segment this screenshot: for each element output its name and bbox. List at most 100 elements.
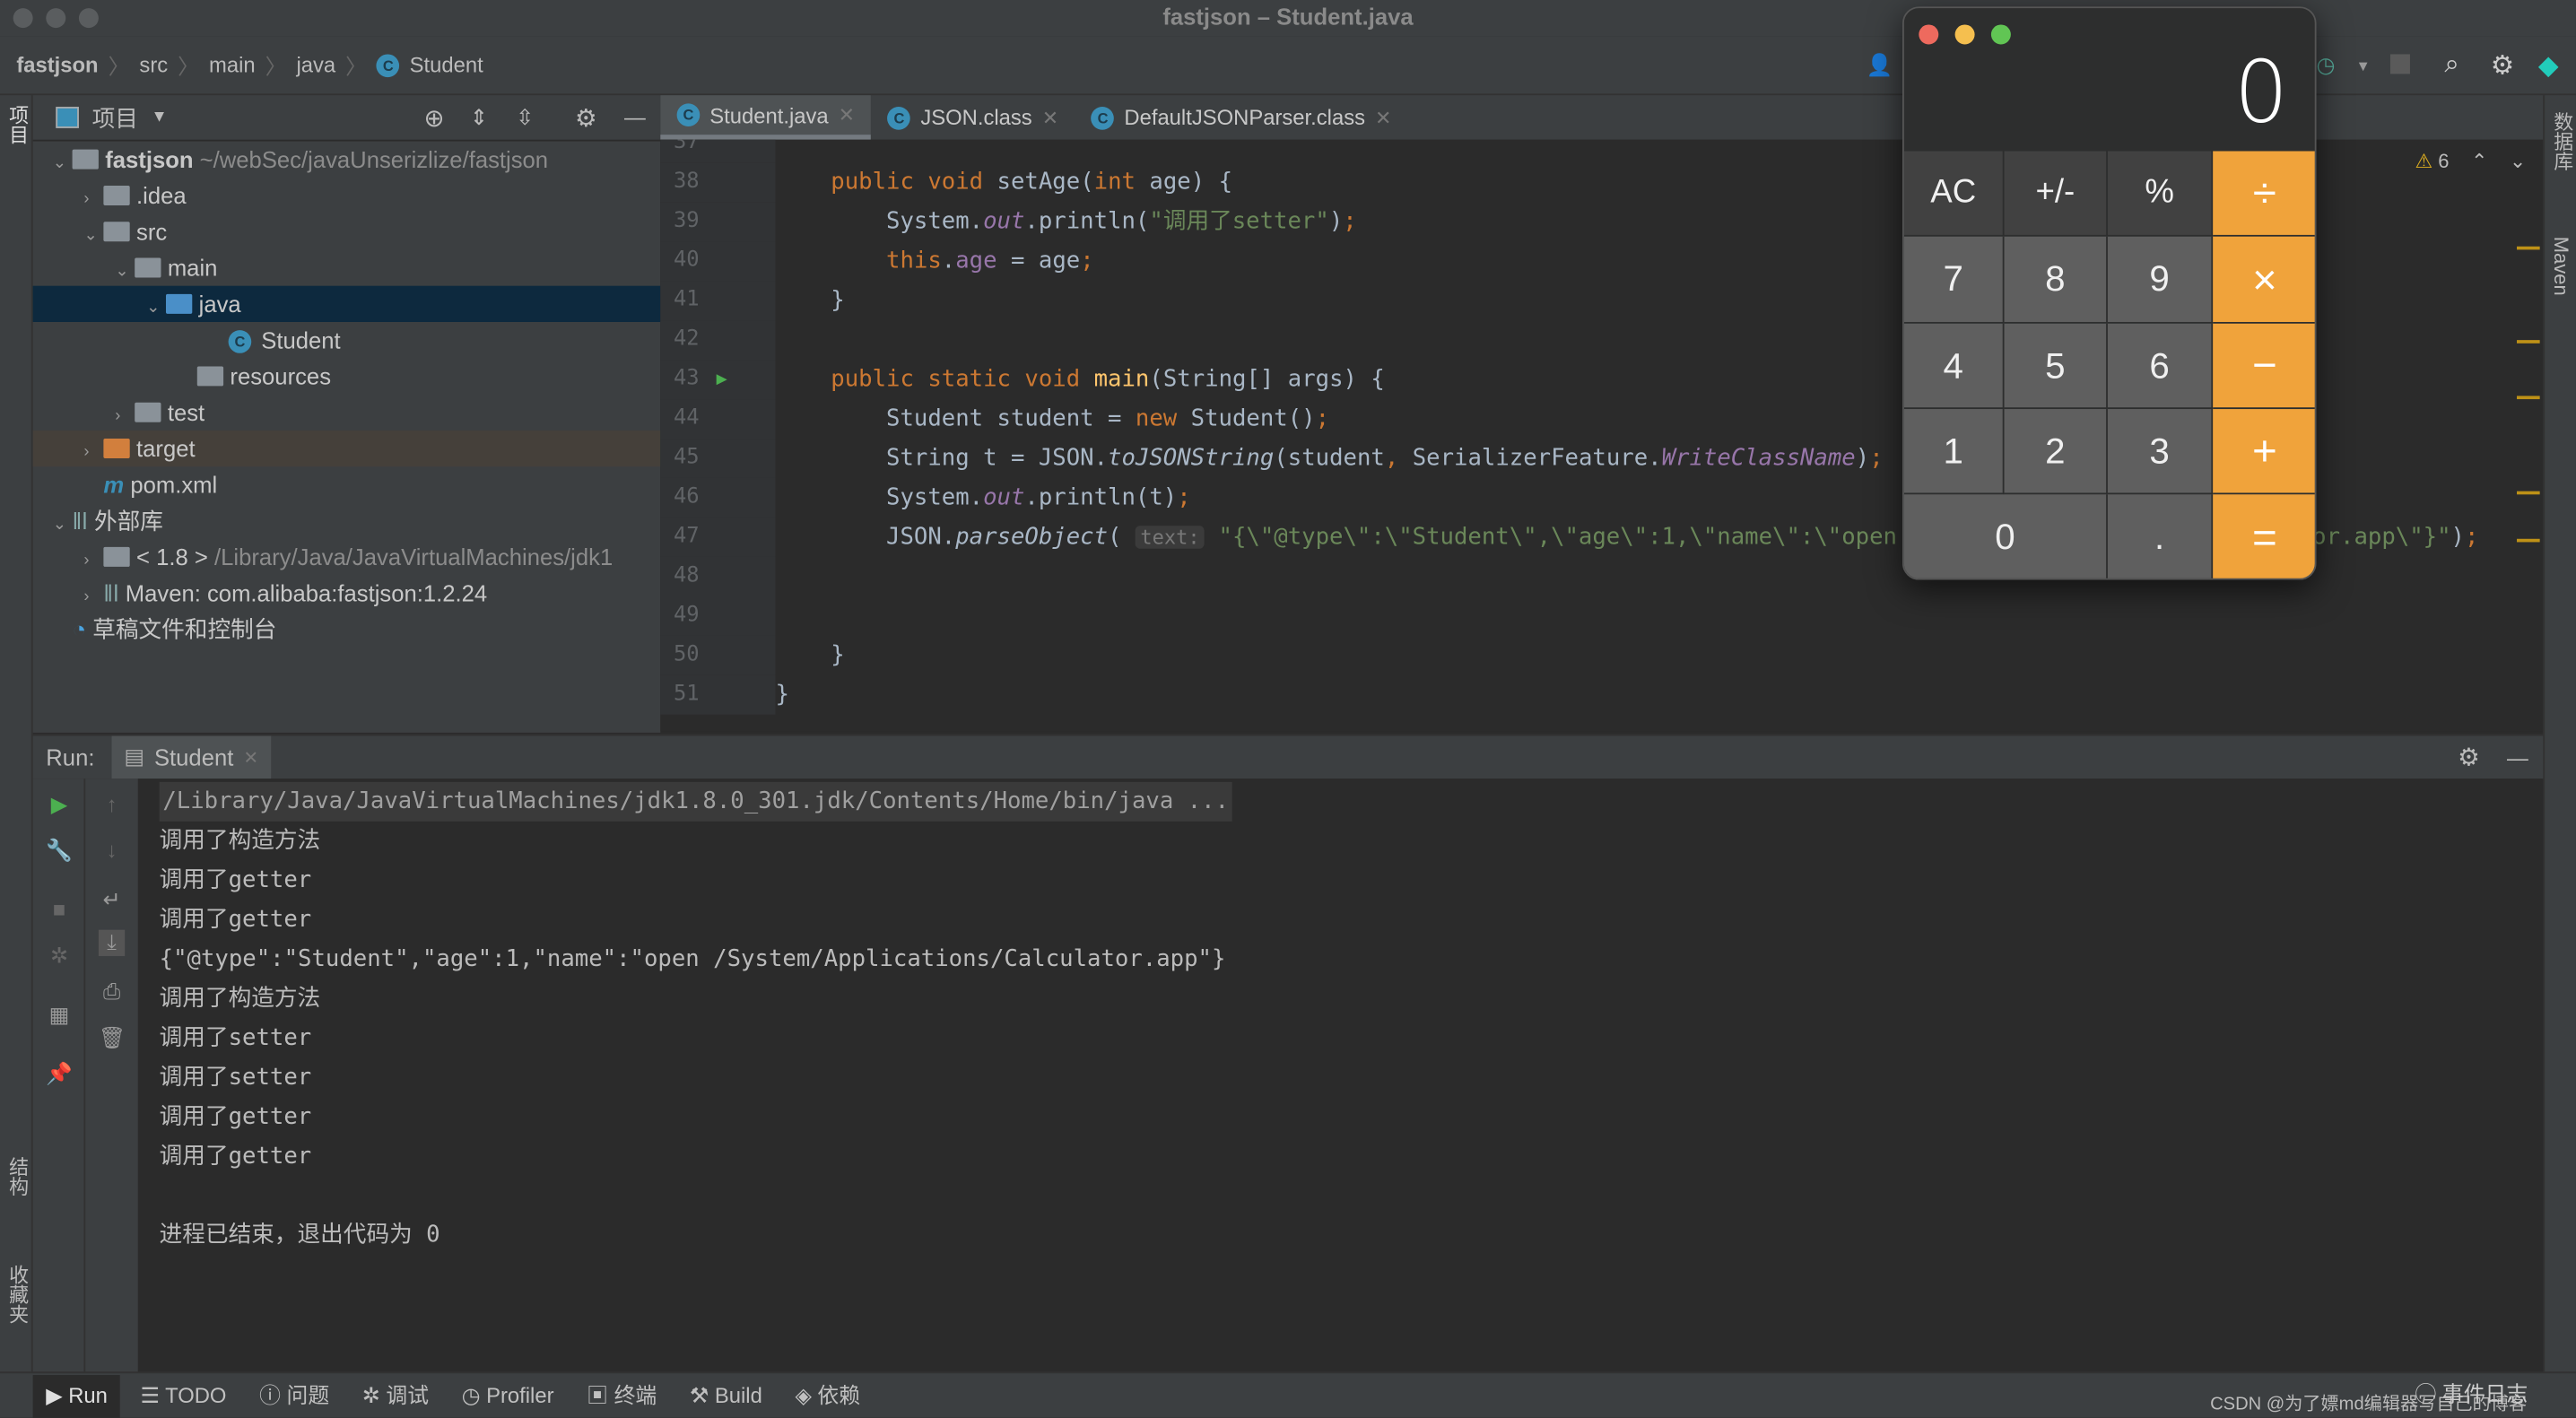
favorites-tool-button[interactable]: 收藏夹 xyxy=(4,1265,32,1324)
bottom-tab-debug[interactable]: ✲ 调试 xyxy=(349,1374,442,1417)
breadcrumb-student[interactable]: Student xyxy=(410,53,483,77)
tree-item[interactable]: m pom.xml xyxy=(33,466,661,502)
project-panel-title[interactable]: 项目 xyxy=(92,101,138,135)
calc-button[interactable]: 7 xyxy=(1903,236,2005,324)
close-window-button[interactable] xyxy=(13,8,33,29)
calculator-minimize-button[interactable] xyxy=(1954,24,1975,45)
calc-button[interactable]: = xyxy=(2213,494,2315,579)
warning-stripe[interactable] xyxy=(2517,396,2540,400)
calculator-zoom-button[interactable] xyxy=(1990,24,2011,45)
warning-stripe[interactable] xyxy=(2517,538,2540,543)
tab-student-java[interactable]: C Student.java ✕ xyxy=(660,95,872,140)
warning-stripe[interactable] xyxy=(2517,491,2540,495)
tree-item[interactable]: resources xyxy=(33,358,661,394)
project-tool-button[interactable]: 项目 xyxy=(4,105,32,144)
calculator-close-button[interactable] xyxy=(1919,24,1939,45)
run-gutter-icon[interactable]: ▶ xyxy=(717,360,727,399)
previous-highlight-icon[interactable]: ⌃ xyxy=(2471,150,2487,173)
bottom-tab-problems[interactable]: ⓘ 问题 xyxy=(246,1374,342,1417)
breadcrumb-main[interactable]: main xyxy=(209,53,256,77)
calc-button[interactable]: − xyxy=(2213,323,2315,410)
user-icon[interactable]: 👤 xyxy=(1867,52,1893,78)
rerun-icon[interactable]: ▶ xyxy=(46,792,72,818)
run-tab-student[interactable]: ▤ Student ✕ xyxy=(110,735,272,779)
arrow-down-icon[interactable]: ↓ xyxy=(99,838,125,864)
tree-item[interactable]: › .idea xyxy=(33,178,661,213)
calc-button[interactable]: 3 xyxy=(2107,409,2214,495)
tab-defaultjsonparser-class[interactable]: C DefaultJSONParser.class ✕ xyxy=(1075,95,1407,139)
calc-button[interactable]: 0 xyxy=(1903,494,2108,579)
toolbox-icon[interactable]: ◆ xyxy=(2538,48,2559,82)
calc-button[interactable]: × xyxy=(2213,236,2315,324)
calc-button[interactable]: 1 xyxy=(1903,409,2005,495)
tree-item[interactable]: › ǁǀ Maven: com.alibaba:fastjson:1.2.24 xyxy=(33,575,661,611)
close-icon[interactable]: ✕ xyxy=(1375,106,1391,129)
calc-button[interactable]: +/- xyxy=(2004,151,2108,237)
search-icon[interactable]: ⌕ xyxy=(2444,50,2459,80)
tree-item[interactable]: › < 1.8 > /Library/Java/JavaVirtualMachin… xyxy=(33,539,661,575)
debug-icon[interactable]: ✲ xyxy=(46,943,72,969)
calc-button[interactable]: 6 xyxy=(2107,323,2214,410)
tab-json-class[interactable]: C JSON.class ✕ xyxy=(871,95,1075,139)
inspection-widget[interactable]: ⚠ 6 ⌃ ⌄ xyxy=(2415,150,2526,173)
next-highlight-icon[interactable]: ⌄ xyxy=(2510,150,2526,173)
tree-item[interactable]: C Student xyxy=(33,322,661,358)
expand-all-icon[interactable]: ⇕ xyxy=(470,104,488,130)
calc-button[interactable]: 2 xyxy=(2004,409,2108,495)
warning-stripe[interactable] xyxy=(2517,246,2540,250)
calc-button[interactable]: 4 xyxy=(1903,323,2005,410)
tree-item[interactable]: ⌄ ǁǀ 外部库 xyxy=(33,502,661,538)
locate-icon[interactable]: ⊕ xyxy=(424,102,445,132)
run-config-dropdown-icon[interactable]: ▼ xyxy=(2356,57,2371,73)
gear-icon[interactable]: ⚙ xyxy=(2458,743,2480,772)
trash-icon[interactable]: 🗑 xyxy=(99,1025,126,1051)
hide-panel-icon[interactable]: — xyxy=(2507,745,2528,770)
bottom-tab-build[interactable]: ⚒ Build xyxy=(676,1374,775,1417)
tree-item[interactable]: › test xyxy=(33,395,661,431)
calc-button[interactable]: AC xyxy=(1903,151,2005,237)
breadcrumb-java[interactable]: java xyxy=(296,53,335,77)
arrow-up-icon[interactable]: ↑ xyxy=(99,792,125,818)
tree-item[interactable]: ⌄ java xyxy=(32,285,661,322)
gear-icon[interactable]: ⚙ xyxy=(575,102,597,132)
profile-run-icon[interactable]: ◷ xyxy=(2317,52,2336,78)
structure-tool-button[interactable]: 结构 xyxy=(4,1156,32,1196)
warning-stripe[interactable] xyxy=(2517,340,2540,344)
chevron-down-icon[interactable]: ▼ xyxy=(152,109,168,126)
soft-wrap-icon[interactable]: ↵ xyxy=(99,887,125,913)
bottom-tab-todo[interactable]: ☰ TODO xyxy=(127,1374,239,1417)
close-icon[interactable]: ✕ xyxy=(243,746,258,768)
layout-icon[interactable]: ▦ xyxy=(46,1002,72,1028)
event-log-button[interactable]: ◯ 事件日志 xyxy=(2415,1377,2528,1408)
tree-item[interactable]: › target xyxy=(32,430,661,467)
close-icon[interactable]: ✕ xyxy=(839,103,855,126)
gear-icon[interactable]: ⚙ xyxy=(2491,48,2514,82)
close-icon[interactable]: ✕ xyxy=(1042,106,1058,129)
stop-icon[interactable] xyxy=(2389,54,2410,74)
stop-icon[interactable]: ■ xyxy=(46,897,72,923)
console-output[interactable]: /Library/Java/JavaVirtualMachines/jdk1.8… xyxy=(137,779,2544,1372)
console-command-line[interactable]: /Library/Java/JavaVirtualMachines/jdk1.8… xyxy=(159,781,1232,822)
bottom-tab-dependencies[interactable]: ◈ 依赖 xyxy=(782,1374,874,1417)
print-icon[interactable]: ⎙ xyxy=(99,979,125,1005)
zoom-window-button[interactable] xyxy=(78,8,99,29)
pin-icon[interactable]: 📌 xyxy=(46,1061,73,1087)
wrench-icon[interactable]: 🔧 xyxy=(46,838,73,864)
scroll-to-end-icon[interactable]: ⤓ xyxy=(98,929,126,956)
calc-button[interactable]: . xyxy=(2107,494,2214,579)
tree-item[interactable]: ⌄ fastjson ~/webSec/javaUnserizlize/fastj… xyxy=(33,142,661,178)
minimize-window-button[interactable] xyxy=(46,8,66,29)
calc-button[interactable]: 8 xyxy=(2004,236,2108,324)
breadcrumb-src[interactable]: src xyxy=(139,53,168,77)
bottom-tab-terminal[interactable]: ▣ 终端 xyxy=(574,1374,670,1417)
calc-button[interactable]: 5 xyxy=(2004,323,2108,410)
database-tool-button[interactable]: 数据库 xyxy=(2550,112,2576,171)
tree-item[interactable]: ◔ 草稿文件和控制台 xyxy=(33,611,661,647)
maven-tool-button[interactable]: Maven xyxy=(2550,237,2573,296)
calc-button[interactable]: + xyxy=(2213,409,2315,495)
calc-button[interactable]: % xyxy=(2107,151,2214,237)
breadcrumb-fastjson[interactable]: fastjson xyxy=(16,53,98,77)
bottom-tab-run[interactable]: ▶ Run xyxy=(32,1374,121,1417)
calc-button[interactable]: 9 xyxy=(2107,236,2214,324)
calc-button[interactable]: ÷ xyxy=(2213,151,2315,237)
